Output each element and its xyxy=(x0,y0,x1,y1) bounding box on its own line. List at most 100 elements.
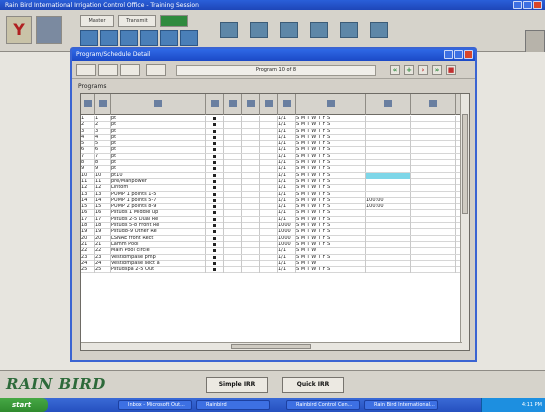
cell-id[interactable]: 21 xyxy=(95,241,111,248)
cell-dur[interactable]: 1/1 xyxy=(278,185,296,192)
cell-val[interactable] xyxy=(366,128,411,135)
empty-cell[interactable] xyxy=(224,191,242,198)
col-onoff-header[interactable] xyxy=(206,94,224,115)
empty-cell[interactable] xyxy=(224,185,242,192)
empty-cell[interactable] xyxy=(242,204,260,211)
cell-days[interactable]: S M T W T F S xyxy=(296,235,366,242)
empty-cell[interactable] xyxy=(260,191,278,198)
empty-cell[interactable] xyxy=(224,204,242,211)
enabled-cell[interactable] xyxy=(206,166,224,173)
cell-days[interactable]: S M T W xyxy=(296,248,366,255)
cell-n[interactable]: 1 xyxy=(81,116,95,122)
cell-n[interactable]: 25 xyxy=(81,267,95,274)
enabled-cell[interactable] xyxy=(206,153,224,160)
empty-cell[interactable] xyxy=(411,241,456,248)
empty-cell[interactable] xyxy=(411,128,456,135)
cell-id[interactable]: 7 xyxy=(95,153,111,160)
cell-id[interactable]: 12 xyxy=(95,185,111,192)
cell-name[interactable]: LSNAE front Rect xyxy=(111,235,206,242)
empty-cell[interactable] xyxy=(411,166,456,173)
window-close-button[interactable] xyxy=(464,50,473,59)
table-row[interactable]: 25 25 Pstudspa 2-5 Out 1/1 S M T W T F S xyxy=(81,267,461,274)
empty-cell[interactable] xyxy=(224,147,242,154)
empty-cell[interactable] xyxy=(411,229,456,236)
tool-icon-3[interactable] xyxy=(120,30,138,46)
empty-cell[interactable] xyxy=(224,122,242,129)
cell-n[interactable]: 3 xyxy=(81,128,95,135)
cell-name[interactable]: Vestibmpase pmp xyxy=(111,254,206,261)
cell-val[interactable] xyxy=(366,223,411,230)
cell-n[interactable]: 7 xyxy=(81,153,95,160)
cell-id[interactable]: 23 xyxy=(95,254,111,261)
cell-id[interactable]: 4 xyxy=(95,134,111,141)
tool-icon-6[interactable] xyxy=(180,30,198,46)
empty-cell[interactable] xyxy=(260,116,278,122)
empty-cell[interactable] xyxy=(224,260,242,267)
enabled-cell[interactable] xyxy=(206,147,224,154)
close-button[interactable] xyxy=(533,1,542,9)
cell-val[interactable] xyxy=(366,254,411,261)
person-icon[interactable] xyxy=(340,22,358,38)
cell-dur[interactable]: 1/1 xyxy=(278,204,296,211)
task-rainbird-intl[interactable]: Rain Bird International... xyxy=(364,400,438,410)
cell-name[interactable]: Lamm Pool xyxy=(111,241,206,248)
enabled-cell[interactable] xyxy=(206,254,224,261)
cell-name[interactable]: Pstuds 5-8 Front Re xyxy=(111,223,206,230)
enabled-cell[interactable] xyxy=(206,204,224,211)
quick-irr-button[interactable]: Quick IRR xyxy=(282,377,344,393)
enabled-cell[interactable] xyxy=(206,141,224,148)
col-end-header[interactable] xyxy=(411,94,456,115)
cell-dur[interactable]: 1/1 xyxy=(278,122,296,129)
add-icon[interactable]: + xyxy=(404,65,414,75)
empty-cell[interactable] xyxy=(260,210,278,217)
enabled-cell[interactable] xyxy=(206,229,224,236)
cell-n[interactable]: 21 xyxy=(81,241,95,248)
cell-dur[interactable]: 1/1 xyxy=(278,166,296,173)
master-button[interactable]: Master xyxy=(80,15,114,27)
cell-n[interactable]: 17 xyxy=(81,216,95,223)
cell-dur[interactable]: 1/1 xyxy=(278,153,296,160)
empty-cell[interactable] xyxy=(260,141,278,148)
cell-id[interactable]: 24 xyxy=(95,260,111,267)
report-icon[interactable] xyxy=(370,22,388,38)
cell-days[interactable]: S M T W T F S xyxy=(296,191,366,198)
cell-days[interactable]: S M T W T F S xyxy=(296,122,366,129)
empty-cell[interactable] xyxy=(224,153,242,160)
cell-days[interactable]: S M T W T F S xyxy=(296,185,366,192)
enabled-cell[interactable] xyxy=(206,241,224,248)
station-icon[interactable] xyxy=(280,22,298,38)
cell-days[interactable]: S M T W T F S xyxy=(296,116,366,122)
cell-n[interactable]: 20 xyxy=(81,235,95,242)
cell-val[interactable] xyxy=(366,216,411,223)
empty-cell[interactable] xyxy=(260,216,278,223)
cell-id[interactable]: 14 xyxy=(95,197,111,204)
empty-cell[interactable] xyxy=(411,134,456,141)
cell-name[interactable]: pt xyxy=(111,166,206,173)
cell-id[interactable]: 8 xyxy=(95,160,111,167)
simple-irr-button[interactable]: Simple IRR xyxy=(206,377,268,393)
empty-cell[interactable] xyxy=(242,254,260,261)
first-arrow-icon[interactable]: « xyxy=(390,65,400,75)
empty-cell[interactable] xyxy=(242,223,260,230)
cell-val[interactable] xyxy=(366,191,411,198)
cell-days[interactable]: S M T W T F S xyxy=(296,128,366,135)
cell-n[interactable]: 4 xyxy=(81,134,95,141)
empty-cell[interactable] xyxy=(224,235,242,242)
enabled-cell[interactable] xyxy=(206,178,224,185)
cell-n[interactable]: 6 xyxy=(81,147,95,154)
cell-name[interactable]: PUMP 1 points 1-5 xyxy=(111,191,206,198)
cell-days[interactable]: S M T W T F S xyxy=(296,147,366,154)
cell-days[interactable]: S M T W T F S xyxy=(296,241,366,248)
empty-cell[interactable] xyxy=(242,185,260,192)
empty-cell[interactable] xyxy=(224,267,242,274)
enabled-cell[interactable] xyxy=(206,210,224,217)
cell-id[interactable]: 2 xyxy=(95,122,111,129)
empty-cell[interactable] xyxy=(242,172,260,179)
empty-cell[interactable] xyxy=(260,134,278,141)
cell-id[interactable]: 13 xyxy=(95,191,111,198)
empty-cell[interactable] xyxy=(411,153,456,160)
empty-cell[interactable] xyxy=(224,210,242,217)
cell-val[interactable] xyxy=(366,241,411,248)
horizontal-scrollbar[interactable] xyxy=(81,342,462,350)
rainbird-logo-icon[interactable]: Y xyxy=(6,16,32,44)
